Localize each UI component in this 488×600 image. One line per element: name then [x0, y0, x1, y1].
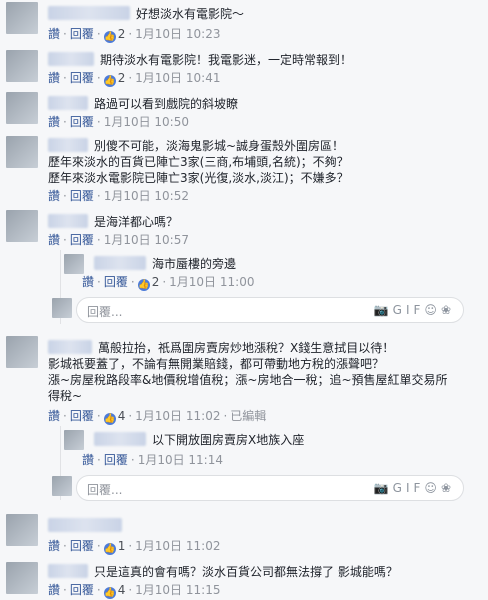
reply-text: 海市蜃樓的旁邊	[94, 256, 236, 272]
comments-panel: 好想淡水有電影院～ 讚 · 回覆 · 👍 2 · 1月10日 10:23 期待淡水有電影院！我…	[0, 0, 488, 600]
reply-button[interactable]: 回覆	[70, 189, 94, 203]
emoji-icon[interactable]: ☺	[424, 481, 441, 495]
comment-time[interactable]: 1月10日 11:15	[135, 583, 220, 597]
commenter-name[interactable]	[94, 432, 146, 446]
gif-icon[interactable]: GIF	[393, 303, 425, 317]
reply-button[interactable]: 回覆	[70, 409, 94, 423]
comment-text-line: 歷年來淡水電影院已陣亡3家(光復,淡水,淡江)；不嫌多？	[48, 171, 349, 185]
reply-button[interactable]: 回覆	[104, 275, 128, 289]
comment-text: 好想淡水有電影院～	[48, 6, 244, 22]
reply-actions: 讚 · 回覆 · 1月10日 11:14	[82, 453, 223, 467]
edited-label[interactable]: 已編輯	[230, 409, 266, 423]
commenter-name[interactable]	[48, 52, 94, 66]
avatar[interactable]	[64, 430, 84, 450]
comment-text: 只是這真的會有嗎？淡水百貨公司都無法撐了 影城能嗎？	[48, 564, 398, 580]
reply-button[interactable]: 回覆	[70, 115, 94, 129]
commenter-name[interactable]	[48, 340, 92, 354]
emoji-icon[interactable]: ☺	[424, 303, 441, 317]
reply-text: 以下開放圍房賣房X地族入座	[94, 432, 304, 448]
reply-button[interactable]: 回覆	[70, 539, 94, 553]
comment-time[interactable]: 1月10日 11:02	[135, 539, 220, 553]
avatar[interactable]	[6, 92, 38, 124]
reply-button[interactable]: 回覆	[104, 453, 128, 467]
commenter-name[interactable]	[48, 6, 130, 20]
comment-text: 期待淡水有電影院！我電影迷，一定時常報到！	[48, 52, 352, 68]
avatar[interactable]	[64, 254, 84, 274]
avatar[interactable]	[6, 136, 38, 168]
like-button[interactable]: 讚	[48, 409, 60, 423]
comment-text: 是海洋都心嗎？	[48, 214, 178, 230]
comment-actions: 讚 · 回覆 · 👍 1 · 1月10日 11:02	[48, 539, 221, 555]
avatar[interactable]	[6, 210, 38, 242]
like-button[interactable]: 讚	[48, 115, 60, 129]
like-count-icon: 👍	[137, 279, 150, 291]
avatar[interactable]	[6, 514, 38, 546]
like-button[interactable]: 讚	[48, 539, 60, 553]
like-button[interactable]: 讚	[82, 275, 94, 289]
avatar	[52, 298, 72, 318]
like-button[interactable]: 讚	[48, 71, 60, 85]
comment-actions: 讚 · 回覆 · 👍 2 · 1月10日 10:23	[48, 27, 221, 43]
commenter-name[interactable]	[48, 518, 122, 532]
camera-icon[interactable]: 📷	[374, 303, 393, 317]
avatar[interactable]	[6, 2, 38, 34]
gif-icon[interactable]: GIF	[393, 481, 425, 495]
commenter-name[interactable]	[48, 138, 88, 152]
like-count-icon: 👍	[103, 31, 116, 43]
comment-time[interactable]: 1月10日 11:02	[135, 409, 220, 423]
avatar	[52, 476, 72, 496]
like-button[interactable]: 讚	[48, 27, 60, 41]
like-count-icon: 👍	[103, 413, 116, 425]
like-count-icon: 👍	[103, 587, 116, 599]
comment-text-line: 影城祇要蓋了，不論有無開業賠錢，都可帶動地方稅的漲聲吧？	[48, 357, 385, 371]
comment-text	[48, 518, 128, 534]
comment-time[interactable]: 1月10日 11:14	[138, 453, 223, 467]
comment-actions: 讚 · 回覆 · 👍 4 · 1月10日 11:15	[48, 583, 221, 599]
comment-text-line: 漲~房屋稅路段率&地價稅增值稅；漲~房地合一稅；追~預售屋紅單交易所	[48, 373, 448, 387]
sticker-icon[interactable]: ❀	[441, 481, 455, 495]
avatar[interactable]	[6, 50, 38, 82]
reply-button[interactable]: 回覆	[70, 71, 94, 85]
comment-actions: 讚 · 回覆 · 1月10日 10:57	[48, 233, 189, 247]
reply-placeholder: 回覆...	[87, 483, 123, 497]
commenter-name[interactable]	[94, 256, 146, 270]
reply-button[interactable]: 回覆	[70, 27, 94, 41]
comment-time[interactable]: 1月10日 10:41	[135, 71, 220, 85]
like-count-icon: 👍	[103, 543, 116, 555]
comment-time[interactable]: 1月10日 11:00	[169, 275, 254, 289]
reply-input-icons: 📷GIF☺❀	[374, 303, 455, 317]
comment-text: 路過可以看到戲院的斜坡瞭	[48, 96, 238, 112]
avatar[interactable]	[6, 336, 38, 368]
camera-icon[interactable]: 📷	[374, 481, 393, 495]
like-button[interactable]: 讚	[48, 189, 60, 203]
comment-time[interactable]: 1月10日 10:50	[104, 115, 189, 129]
like-button[interactable]: 讚	[48, 583, 60, 597]
commenter-name[interactable]	[48, 96, 88, 110]
like-count-icon: 👍	[103, 75, 116, 87]
reply-placeholder: 回覆...	[87, 305, 123, 319]
reply-button[interactable]: 回覆	[70, 233, 94, 247]
reply-input-icons: 📷GIF☺❀	[374, 481, 455, 495]
comment-actions: 讚 · 回覆 · 👍 4 · 1月10日 11:02 · 已編輯	[48, 409, 267, 425]
comment-text-line: 得稅~	[48, 389, 83, 403]
comment-text-line: 歷年來淡水的百貨已陣亡3家(三商,布埔頭,名統)；不夠？	[48, 155, 349, 169]
reply-button[interactable]: 回覆	[70, 583, 94, 597]
sticker-icon[interactable]: ❀	[441, 303, 455, 317]
like-button[interactable]: 讚	[82, 453, 94, 467]
like-button[interactable]: 讚	[48, 233, 60, 247]
commenter-name[interactable]	[48, 214, 88, 228]
reply-input[interactable]: 回覆... 📷GIF☺❀	[76, 475, 464, 501]
comment-actions: 讚 · 回覆 · 1月10日 10:50	[48, 115, 189, 129]
avatar[interactable]	[6, 562, 38, 594]
comment-actions: 讚 · 回覆 · 1月10日 10:52	[48, 189, 189, 203]
reply-actions: 讚 · 回覆 · 👍 2 · 1月10日 11:00	[82, 275, 255, 291]
commenter-name[interactable]	[48, 564, 88, 578]
comment-text: 別傻不可能，淡海鬼影城~誠身蛋殼外圍房區！	[48, 138, 344, 154]
reply-input[interactable]: 回覆... 📷GIF☺❀	[76, 297, 464, 323]
comment-time[interactable]: 1月10日 10:52	[104, 189, 189, 203]
comment-time[interactable]: 1月10日 10:23	[135, 27, 220, 41]
comment-actions: 讚 · 回覆 · 👍 2 · 1月10日 10:41	[48, 71, 221, 87]
comment-text: 萬般拉抬，祇爲圍房賣房炒地漲稅？X錢生意拭目以待！	[48, 340, 394, 356]
comment-time[interactable]: 1月10日 10:57	[104, 233, 189, 247]
